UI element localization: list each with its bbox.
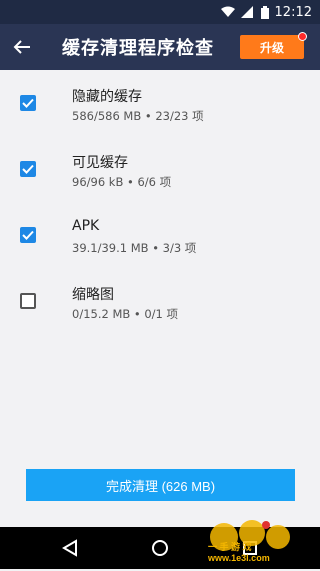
- watermark-logo: 一 手 游 戏 www.1e3l.com: [204, 511, 314, 567]
- list-item[interactable]: 可见缓存 96/96 kB • 6/6 项: [0, 136, 320, 202]
- item-subtitle: 0/15.2 MB • 0/1 项: [72, 307, 179, 321]
- nav-back-button[interactable]: [45, 527, 95, 569]
- finish-cleanup-button[interactable]: 完成清理 (626 MB): [26, 469, 295, 501]
- signal-icon: [240, 6, 255, 18]
- back-button[interactable]: [0, 24, 44, 70]
- list-item[interactable]: 缩略图 0/15.2 MB • 0/1 项: [0, 268, 320, 334]
- list-item[interactable]: APK 39.1/39.1 MB • 3/3 项: [0, 202, 320, 268]
- upgrade-label: 升级: [259, 40, 284, 55]
- home-circle-icon: [152, 540, 168, 556]
- checkbox-checked[interactable]: [20, 95, 36, 111]
- check-icon: [22, 98, 34, 108]
- arrow-left-icon: [13, 40, 30, 54]
- item-title: 隐藏的缓存: [72, 89, 142, 105]
- list-item[interactable]: 隐藏的缓存 586/586 MB • 23/23 项: [0, 70, 320, 136]
- nav-home-button[interactable]: [135, 527, 185, 569]
- check-icon: [22, 230, 34, 240]
- item-title: 可见缓存: [72, 155, 128, 171]
- notification-dot: [298, 32, 307, 41]
- item-title: 缩略图: [72, 287, 114, 303]
- upgrade-button[interactable]: 升级: [240, 32, 307, 59]
- app-bar: 缓存清理程序检查 升级: [0, 24, 320, 70]
- checkbox-unchecked[interactable]: [20, 293, 36, 309]
- cache-category-list: 隐藏的缓存 586/586 MB • 23/23 项 可见缓存 96/96 kB…: [0, 70, 320, 334]
- page-title: 缓存清理程序检查: [62, 38, 214, 59]
- battery-icon: [260, 6, 269, 19]
- item-title: APK: [72, 218, 100, 234]
- check-icon: [22, 164, 34, 174]
- back-triangle-icon: [62, 539, 77, 557]
- checkbox-checked[interactable]: [20, 161, 36, 177]
- checkbox-checked[interactable]: [20, 227, 36, 243]
- item-subtitle: 39.1/39.1 MB • 3/3 项: [72, 241, 197, 255]
- wifi-icon: [220, 6, 235, 18]
- watermark-text: 一 手 游 戏 www.1e3l.com: [208, 542, 270, 563]
- status-time: 12:12: [274, 4, 312, 20]
- item-subtitle: 96/96 kB • 6/6 项: [72, 175, 172, 189]
- status-bar: 12:12: [0, 0, 320, 24]
- item-subtitle: 586/586 MB • 23/23 项: [72, 109, 204, 123]
